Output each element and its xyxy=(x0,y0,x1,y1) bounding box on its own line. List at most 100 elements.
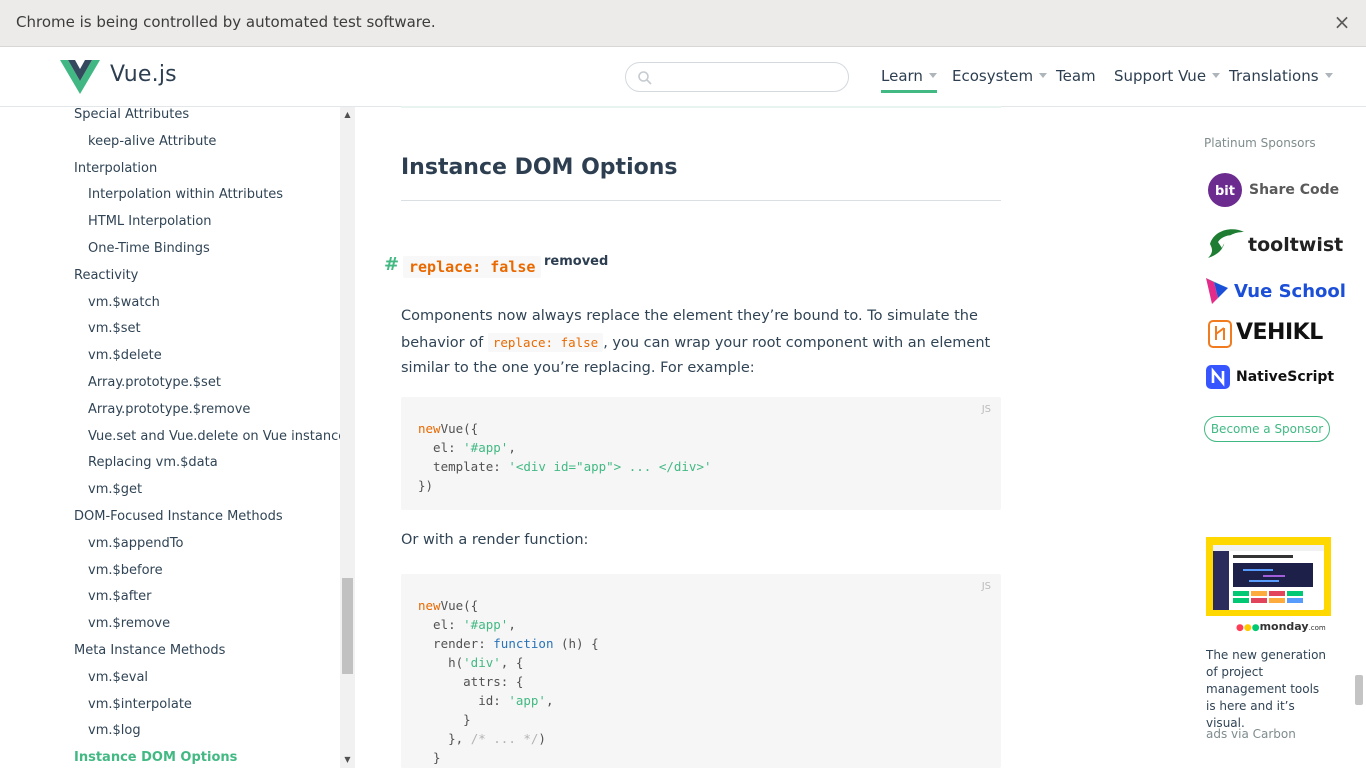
sidebar-item[interactable]: vm.$before xyxy=(88,563,163,578)
ad-text[interactable]: The new generation of project management… xyxy=(1206,647,1332,732)
code-lang-label: JS xyxy=(981,581,991,592)
heading-code: replace: false xyxy=(403,256,542,278)
sidebar-item[interactable]: Interpolation within Attributes xyxy=(88,187,283,202)
nav-ecosystem-label: Ecosystem xyxy=(952,67,1034,85)
chevron-down-icon xyxy=(928,73,937,78)
vue-logo-icon[interactable] xyxy=(60,60,100,94)
sidebar-item[interactable]: Array.prototype.$set xyxy=(88,375,221,390)
code-token: render: xyxy=(418,636,494,651)
monday-mark-icon: ● xyxy=(1243,623,1252,633)
sidebar-item[interactable]: vm.$appendTo xyxy=(88,536,183,551)
close-icon[interactable]: × xyxy=(1332,11,1352,33)
sidebar-item[interactable]: HTML Interpolation xyxy=(88,214,212,229)
code-token: (h) { xyxy=(553,636,599,651)
sponsor-name: VEHIKL xyxy=(1236,320,1323,345)
ad-image[interactable] xyxy=(1206,537,1331,616)
vehikl-logo-icon xyxy=(1208,320,1232,348)
sidebar-item[interactable]: keep-alive Attribute xyxy=(88,134,216,149)
code-token: '<div id="app"> ... </div>' xyxy=(508,459,712,474)
code-content: newVue({ el: '#app', render: function (h… xyxy=(418,596,599,767)
ad-screenshot xyxy=(1213,545,1324,610)
code-token: , { xyxy=(500,655,524,670)
removed-badge: removed xyxy=(544,254,609,269)
page-scroll-thumb[interactable] xyxy=(1355,675,1363,705)
monday-brand-suffix: .com xyxy=(1308,624,1326,632)
search-box[interactable] xyxy=(625,62,849,92)
chevron-down-icon xyxy=(1039,73,1048,78)
sidebar-item[interactable]: Array.prototype.$remove xyxy=(88,402,250,417)
nav-ecosystem[interactable]: Ecosystem xyxy=(952,67,1048,93)
sidebar-item[interactable]: Instance DOM Options xyxy=(74,750,237,765)
brand-name[interactable]: Vue.js xyxy=(110,62,177,87)
code-token: ) xyxy=(538,731,546,746)
monday-mark-icon: ● xyxy=(1236,623,1244,633)
sidebar-item[interactable]: vm.$log xyxy=(88,723,141,738)
sponsor-nativescript[interactable]: NativeScript xyxy=(1206,363,1334,399)
monday-mark-icon: ● xyxy=(1251,623,1260,633)
monday-logo[interactable]: ●●●monday.com xyxy=(1236,620,1326,633)
sidebar-item[interactable]: vm.$get xyxy=(88,482,142,497)
code-token: h( xyxy=(418,655,464,670)
nav-support-vue[interactable]: Support Vue xyxy=(1114,67,1221,93)
sidebar-item[interactable]: vm.$eval xyxy=(88,670,148,685)
sponsor-bit[interactable]: bit Share Code xyxy=(1206,173,1339,209)
sidebar-item[interactable]: Meta Instance Methods xyxy=(74,643,225,658)
sidebar-scrollbar[interactable]: ▲ ▼ xyxy=(340,107,355,768)
sidebar-item[interactable]: vm.$delete xyxy=(88,348,162,363)
nativescript-logo-icon xyxy=(1206,365,1230,389)
paragraph-render-function: Or with a render function: xyxy=(401,532,589,548)
sidebar-item[interactable]: vm.$interpolate xyxy=(88,697,192,712)
bit-logo-icon: bit xyxy=(1208,173,1242,207)
scroll-down-arrow-icon[interactable]: ▼ xyxy=(340,754,355,766)
heading-anchor-link[interactable]: # xyxy=(384,254,399,275)
sponsor-vue-school[interactable]: Vue School xyxy=(1206,276,1346,312)
sidebar-item[interactable]: Vue.set and Vue.delete on Vue instances xyxy=(88,429,340,444)
automation-infobar: Chrome is being controlled by automated … xyxy=(0,0,1366,47)
code-token: , xyxy=(508,440,516,455)
code-token: Vue({ xyxy=(440,421,479,436)
sponsor-vehikl[interactable]: VEHIKL xyxy=(1206,318,1330,354)
nav-team[interactable]: Team xyxy=(1056,67,1096,93)
scroll-up-arrow-icon[interactable]: ▲ xyxy=(340,109,355,121)
code-token: attrs: { xyxy=(418,674,524,689)
sidebar-item[interactable]: One-Time Bindings xyxy=(88,241,210,256)
sidebar-item[interactable]: Interpolation xyxy=(74,161,157,176)
sidebar-item[interactable]: vm.$set xyxy=(88,321,141,336)
sidebar-item[interactable]: vm.$watch xyxy=(88,295,160,310)
code-lang-label: JS xyxy=(981,404,991,415)
code-token: new xyxy=(418,598,441,613)
code-token: template: xyxy=(418,459,509,474)
ads-via-carbon-link[interactable]: ads via Carbon xyxy=(1206,727,1296,741)
nav-translations[interactable]: Translations xyxy=(1229,67,1333,93)
sidebar-item[interactable]: DOM-Focused Instance Methods xyxy=(74,509,283,524)
nav-learn[interactable]: Learn xyxy=(881,67,937,93)
sidebar: Special Attributes keep-alive Attribute In… xyxy=(0,107,340,768)
code-block-render: JS newVue({ el: '#app', render: function… xyxy=(401,574,1001,768)
sidebar-item[interactable]: vm.$after xyxy=(88,589,152,604)
code-token: , xyxy=(545,693,554,708)
code-token: , xyxy=(508,617,516,632)
section-title: Instance DOM Options xyxy=(401,155,678,180)
nav-learn-label: Learn xyxy=(881,67,923,85)
sidebar-scroll-thumb[interactable] xyxy=(342,578,353,674)
code-token: function xyxy=(493,636,554,651)
sidebar-item[interactable]: Reactivity xyxy=(74,268,138,283)
sidebar-item[interactable]: vm.$remove xyxy=(88,616,170,631)
sponsor-tooltwist[interactable]: tooltwist xyxy=(1206,224,1343,260)
page-scrollbar[interactable] xyxy=(1352,107,1366,768)
infobar-message: Chrome is being controlled by automated … xyxy=(16,13,436,31)
tooltwist-logo-icon xyxy=(1208,229,1244,258)
sidebar-item[interactable]: Special Attributes xyxy=(74,107,189,122)
code-token: 'app' xyxy=(508,693,546,708)
paragraph-replace-false: Components now always replace the elemen… xyxy=(401,304,1007,382)
nav-support-label: Support Vue xyxy=(1114,67,1207,85)
nav-team-label: Team xyxy=(1056,67,1096,85)
ad-dashboard-graphic xyxy=(1213,545,1324,610)
search-input[interactable] xyxy=(660,67,840,87)
code-token: id: xyxy=(418,693,509,708)
search-icon xyxy=(638,71,652,85)
code-token: }) xyxy=(418,478,434,493)
code-token: el: xyxy=(418,440,464,455)
become-a-sponsor-button[interactable]: Become a Sponsor xyxy=(1204,416,1330,442)
sidebar-item[interactable]: Replacing vm.$data xyxy=(88,455,218,470)
